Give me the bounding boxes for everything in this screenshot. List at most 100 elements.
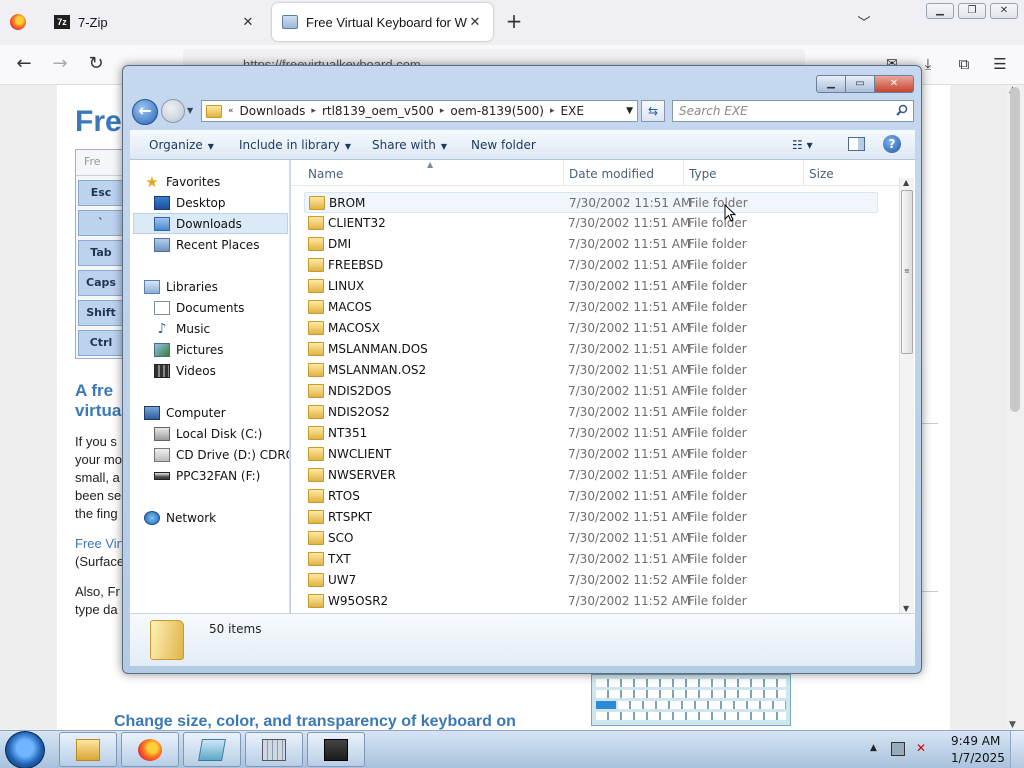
search-input[interactable]: Search EXE: [672, 100, 914, 122]
new-folder-button[interactable]: New folder: [471, 138, 536, 152]
breadcrumb-item[interactable]: EXE: [555, 104, 590, 118]
nav-item-recent-places[interactable]: Recent Places: [154, 234, 259, 255]
nav-item-downloads[interactable]: Downloads: [133, 213, 288, 234]
file-row[interactable]: UW7 7/30/2002 11:52 AM File folder: [304, 570, 878, 591]
file-row[interactable]: MACOSX 7/30/2002 11:51 AM File folder: [304, 318, 878, 339]
close-button[interactable]: ✕: [874, 75, 914, 93]
taskbar-firefox-button[interactable]: [121, 732, 179, 767]
show-desktop-button[interactable]: [1010, 731, 1024, 768]
file-row[interactable]: BROM 7/30/2002 11:51 AM File folder: [304, 192, 878, 213]
browser-minimize-button[interactable]: ▁: [926, 3, 954, 19]
column-divider[interactable]: [563, 160, 564, 186]
nav-item-local-disk[interactable]: Local Disk (C:): [154, 423, 262, 444]
column-header-date-modified[interactable]: Date modified: [569, 167, 654, 181]
search-icon[interactable]: [896, 104, 908, 116]
vk-key[interactable]: Ctrl: [78, 330, 124, 356]
reload-icon[interactable]: ↻: [84, 54, 108, 76]
forward-arrow-icon[interactable]: →: [48, 54, 72, 76]
close-tab-icon[interactable]: ✕: [240, 14, 256, 30]
column-header-name[interactable]: Name: [308, 167, 343, 181]
browser-tab-7zip[interactable]: 7z 7-Zip ✕: [44, 3, 266, 41]
firefox-icon[interactable]: [10, 14, 26, 30]
scroll-down-icon[interactable]: ▼: [903, 604, 909, 613]
preview-pane-icon[interactable]: [848, 137, 865, 151]
taskbar-keyboard-button[interactable]: [183, 732, 241, 767]
file-row[interactable]: W95OSR2 7/30/2002 11:52 AM File folder: [304, 591, 878, 612]
refresh-button[interactable]: ⇆: [641, 100, 665, 122]
column-header-size[interactable]: Size: [809, 167, 834, 181]
file-row[interactable]: FREEBSD 7/30/2002 11:51 AM File folder: [304, 255, 878, 276]
file-row[interactable]: NDIS2DOS 7/30/2002 11:51 AM File folder: [304, 381, 878, 402]
clock-time[interactable]: 9:49 AM: [951, 734, 1000, 748]
page-scroll-thumb[interactable]: [1010, 87, 1020, 412]
file-row[interactable]: TXT 7/30/2002 11:51 AM File folder: [304, 549, 878, 570]
clock-date[interactable]: 1/7/2025: [951, 751, 1005, 765]
page-link-text[interactable]: Free Virt: [75, 536, 125, 551]
breadcrumb-item[interactable]: rtl8139_oem_v500: [316, 104, 440, 118]
share-with-button[interactable]: Share with ▼: [372, 138, 447, 152]
back-button[interactable]: ←: [132, 99, 158, 125]
file-row[interactable]: SCO 7/30/2002 11:51 AM File folder: [304, 528, 878, 549]
nav-item-libraries[interactable]: Libraries: [144, 276, 218, 297]
scroll-thumb[interactable]: ≡: [901, 190, 913, 354]
include-in-library-button[interactable]: Include in library ▼: [239, 138, 351, 152]
network-tray-icon[interactable]: [891, 742, 905, 756]
scroll-up-icon[interactable]: ▲: [903, 178, 909, 187]
tab-list-chevron-icon[interactable]: ﹀: [853, 12, 875, 32]
file-row[interactable]: NWCLIENT 7/30/2002 11:51 AM File folder: [304, 444, 878, 465]
back-arrow-icon[interactable]: ←: [12, 54, 36, 76]
file-row[interactable]: DMI 7/30/2002 11:51 AM File folder: [304, 234, 878, 255]
help-icon[interactable]: ?: [883, 135, 901, 153]
vk-key[interactable]: Shift: [78, 300, 124, 326]
taskbar-calculator-button[interactable]: [245, 732, 303, 767]
file-row[interactable]: NDIS2OS2 7/30/2002 11:51 AM File folder: [304, 402, 878, 423]
volume-muted-icon[interactable]: ✕: [916, 742, 930, 756]
file-row[interactable]: CLIENT32 7/30/2002 11:51 AM File folder: [304, 213, 878, 234]
nav-item-documents[interactable]: Documents: [154, 297, 244, 318]
nav-item-desktop[interactable]: Desktop: [154, 192, 226, 213]
file-row[interactable]: NT351 7/30/2002 11:51 AM File folder: [304, 423, 878, 444]
nav-item-computer[interactable]: Computer: [144, 402, 226, 423]
new-tab-button[interactable]: +: [503, 10, 525, 34]
column-divider[interactable]: [803, 160, 804, 186]
breadcrumb-item[interactable]: oem-8139(500): [444, 104, 550, 118]
nav-item-music[interactable]: ♪ Music: [154, 318, 211, 339]
file-row[interactable]: LINUX 7/30/2002 11:51 AM File folder: [304, 276, 878, 297]
menu-icon[interactable]: ☰: [988, 54, 1012, 76]
vk-key[interactable]: Esc: [78, 180, 124, 206]
file-row[interactable]: RTSPKT 7/30/2002 11:51 AM File folder: [304, 507, 878, 528]
extensions-icon[interactable]: ⧉: [952, 54, 976, 76]
nav-item-usb-drive[interactable]: PPC32FAN (F:): [154, 465, 260, 486]
address-dropdown-icon[interactable]: ▼: [622, 106, 637, 116]
page-scrollbar[interactable]: ▲ ▼: [1006, 85, 1024, 730]
scroll-down-icon[interactable]: ▼: [1009, 720, 1016, 730]
file-row[interactable]: MSLANMAN.OS2 7/30/2002 11:51 AM File folde…: [304, 360, 878, 381]
file-row[interactable]: MSLANMAN.DOS 7/30/2002 11:51 AM File folde…: [304, 339, 878, 360]
browser-tab-keyboard[interactable]: Free Virtual Keyboard for Windows ✕: [272, 3, 493, 41]
browser-close-button[interactable]: ✕: [990, 3, 1018, 19]
breadcrumb-item[interactable]: Downloads: [234, 104, 312, 118]
nav-item-pictures[interactable]: Pictures: [154, 339, 224, 360]
vk-key[interactable]: Caps: [78, 270, 124, 296]
forward-button[interactable]: [161, 99, 185, 123]
address-bar[interactable]: « Downloads ▸ rtl8139_oem_v500 ▸ oem-813…: [201, 100, 638, 122]
start-button[interactable]: [5, 731, 45, 768]
vk-key[interactable]: Tab: [78, 240, 124, 266]
vk-key[interactable]: `: [78, 210, 124, 236]
file-row[interactable]: MACOS 7/30/2002 11:51 AM File folder: [304, 297, 878, 318]
file-row[interactable]: RTOS 7/30/2002 11:51 AM File folder: [304, 486, 878, 507]
taskbar-explorer-button[interactable]: [59, 732, 117, 767]
file-row[interactable]: NWSERVER 7/30/2002 11:51 AM File folder: [304, 465, 878, 486]
maximize-button[interactable]: ▭: [845, 75, 875, 93]
taskbar-app-button[interactable]: [307, 732, 365, 767]
close-tab-icon[interactable]: ✕: [467, 14, 483, 30]
file-list-scrollbar[interactable]: ▲ ≡ ▼: [899, 178, 914, 613]
browser-restore-button[interactable]: ❐: [958, 3, 986, 19]
column-header-type[interactable]: Type: [689, 167, 717, 181]
nav-item-cd-drive[interactable]: CD Drive (D:) CDROM: [154, 444, 289, 465]
column-divider[interactable]: [683, 160, 684, 186]
nav-item-network[interactable]: Network: [144, 507, 216, 528]
recent-pages-chevron-icon[interactable]: ▼: [187, 106, 193, 115]
show-hidden-icons-icon[interactable]: ▲: [870, 743, 877, 753]
nav-item-favorites[interactable]: ★ Favorites: [144, 171, 220, 192]
